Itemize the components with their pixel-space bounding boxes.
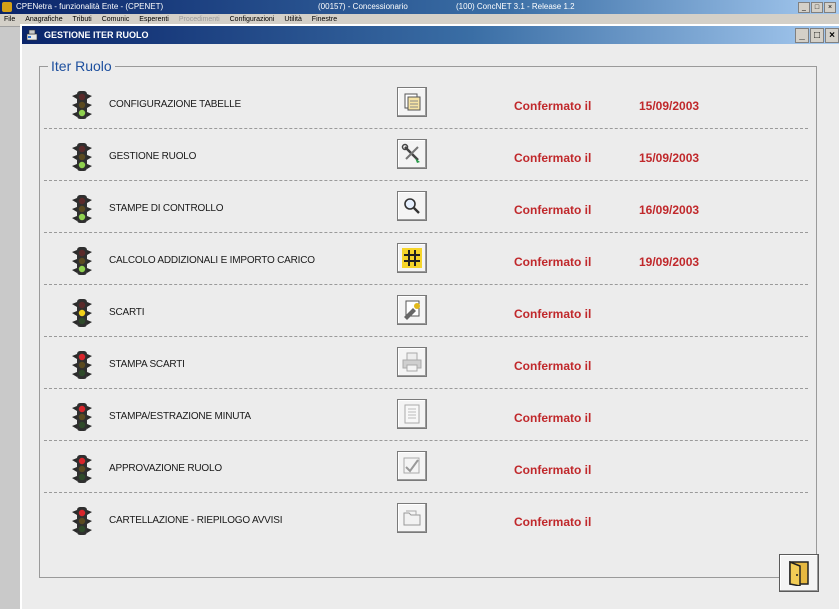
menu-comunic[interactable]: Comunic	[102, 16, 130, 23]
printer-icon	[402, 352, 422, 372]
approve-icon	[403, 457, 420, 474]
step-row-gestione-ruolo: GESTIONE RUOLO Confermato il 15/09/2003	[44, 129, 808, 181]
app-close-button[interactable]: ×	[824, 2, 836, 13]
window-app-icon	[26, 29, 38, 41]
stampa-estrazione-minuta-button[interactable]	[397, 399, 427, 429]
app-title-concessionario: (00157) - Concessionario	[318, 2, 408, 11]
child-close-button[interactable]: ×	[825, 28, 839, 43]
step-status: Confermato il	[514, 203, 592, 217]
menu-configurazioni[interactable]: Configurazioni	[230, 16, 275, 23]
step-label: STAMPE DI CONTROLLO	[109, 203, 224, 214]
traffic-light-red-icon	[72, 351, 92, 379]
step-label: CALCOLO ADDIZIONALI E IMPORTO CARICO	[109, 255, 315, 266]
stampe-di-controllo-button[interactable]	[397, 191, 427, 221]
app-title-release: (100) ConcNET 3.1 - Release 1.2	[456, 2, 575, 11]
traffic-light-green-icon	[72, 195, 92, 223]
child-maximize-button[interactable]: □	[810, 28, 824, 43]
exit-door-icon	[789, 560, 809, 586]
step-row-stampa-scarti: STAMPA SCARTI Confermato il	[44, 337, 808, 389]
app-window-controls: _ □ ×	[798, 2, 836, 13]
child-window-controls: _ □ ×	[795, 28, 839, 43]
folder-icon	[403, 510, 421, 526]
step-status: Confermato il	[514, 411, 592, 425]
scarti-button[interactable]	[397, 295, 427, 325]
traffic-light-green-icon	[72, 247, 92, 275]
app-icon	[2, 2, 12, 12]
cartellazione-button[interactable]	[397, 503, 427, 533]
step-date: 19/09/2003	[639, 255, 700, 269]
traffic-light-red-icon	[72, 507, 92, 535]
step-label: GESTIONE RUOLO	[109, 151, 197, 162]
gestione-iter-ruolo-window: GESTIONE ITER RUOLO _ □ × Iter Ruolo CON…	[20, 24, 839, 609]
menu-esperenti[interactable]: Esperenti	[139, 16, 169, 23]
calculation-icon	[402, 248, 422, 268]
step-label: STAMPA SCARTI	[109, 359, 185, 370]
traffic-light-yellow-icon	[72, 299, 92, 327]
calcolo-addizionali-button[interactable]	[397, 243, 427, 273]
step-label: SCARTI	[109, 307, 145, 318]
step-status: Confermato il	[514, 463, 592, 477]
configurazione-tabelle-button[interactable]	[397, 87, 427, 117]
step-row-stampe-di-controllo: STAMPE DI CONTROLLO Confermato il 16/09/…	[44, 181, 808, 233]
iter-ruolo-group: Iter Ruolo CONFIGURAZIONE TABELLE Confer…	[39, 57, 817, 578]
exit-button[interactable]	[779, 554, 819, 592]
step-label: APPROVAZIONE RUOLO	[109, 463, 222, 474]
gestione-ruolo-button[interactable]	[397, 139, 427, 169]
traffic-light-red-icon	[72, 403, 92, 431]
step-status: Confermato il	[514, 359, 592, 373]
step-label: CONFIGURAZIONE TABELLE	[109, 99, 241, 110]
menu-finestre[interactable]: Finestre	[312, 16, 337, 23]
step-date: 15/09/2003	[639, 151, 700, 165]
step-row-calcolo-addizionali: CALCOLO ADDIZIONALI E IMPORTO CARICO Con…	[44, 233, 808, 285]
traffic-light-green-icon	[72, 91, 92, 119]
step-status: Confermato il	[514, 515, 592, 529]
approvazione-ruolo-button[interactable]	[397, 451, 427, 481]
stampa-scarti-button[interactable]	[397, 347, 427, 377]
step-status: Confermato il	[514, 307, 592, 321]
step-row-approvazione-ruolo: APPROVAZIONE RUOLO Confermato il	[44, 441, 808, 493]
step-status: Confermato il	[514, 151, 592, 165]
discard-icon	[404, 300, 420, 320]
menu-tributi[interactable]: Tributi	[73, 16, 92, 23]
menu-procedimenti: Procedimenti	[178, 16, 220, 23]
child-window-title: GESTIONE ITER RUOLO	[44, 30, 149, 40]
child-title-bar: GESTIONE ITER RUOLO _ □ ×	[22, 26, 839, 44]
step-status: Confermato il	[514, 255, 592, 269]
document-icon	[404, 404, 420, 424]
app-maximize-button[interactable]: □	[811, 2, 823, 13]
step-row-cartellazione: CARTELLAZIONE - RIEPILOGO AVVISI Conferm…	[44, 493, 808, 545]
traffic-light-red-icon	[72, 455, 92, 483]
menu-anagrafiche[interactable]: Anagrafiche	[25, 16, 62, 23]
step-status: Confermato il	[514, 99, 592, 113]
step-label: CARTELLAZIONE - RIEPILOGO AVVISI	[109, 515, 283, 526]
table-config-icon	[404, 93, 421, 111]
step-row-configurazione-tabelle: CONFIGURAZIONE TABELLE Confermato il 15/…	[44, 77, 808, 129]
child-minimize-button[interactable]: _	[795, 28, 809, 43]
step-label: STAMPA/ESTRAZIONE MINUTA	[109, 411, 251, 422]
step-row-scarti: SCARTI Confermato il	[44, 285, 808, 337]
app-title-bar: CPENetra - funzionalità Ente - (CPENET) …	[0, 0, 839, 14]
menu-file[interactable]: File	[4, 16, 15, 23]
group-label: Iter Ruolo	[48, 57, 115, 75]
step-date: 15/09/2003	[639, 99, 700, 113]
menu-utilita[interactable]: Utilità	[284, 16, 302, 23]
tools-icon	[401, 143, 420, 163]
step-date: 16/09/2003	[639, 203, 700, 217]
traffic-light-green-icon	[72, 143, 92, 171]
step-row-stampa-estrazione-minuta: STAMPA/ESTRAZIONE MINUTA Confermato il	[44, 389, 808, 441]
app-title: CPENetra - funzionalità Ente - (CPENET)	[16, 2, 164, 11]
magnifier-icon	[404, 198, 420, 214]
app-minimize-button[interactable]: _	[798, 2, 810, 13]
